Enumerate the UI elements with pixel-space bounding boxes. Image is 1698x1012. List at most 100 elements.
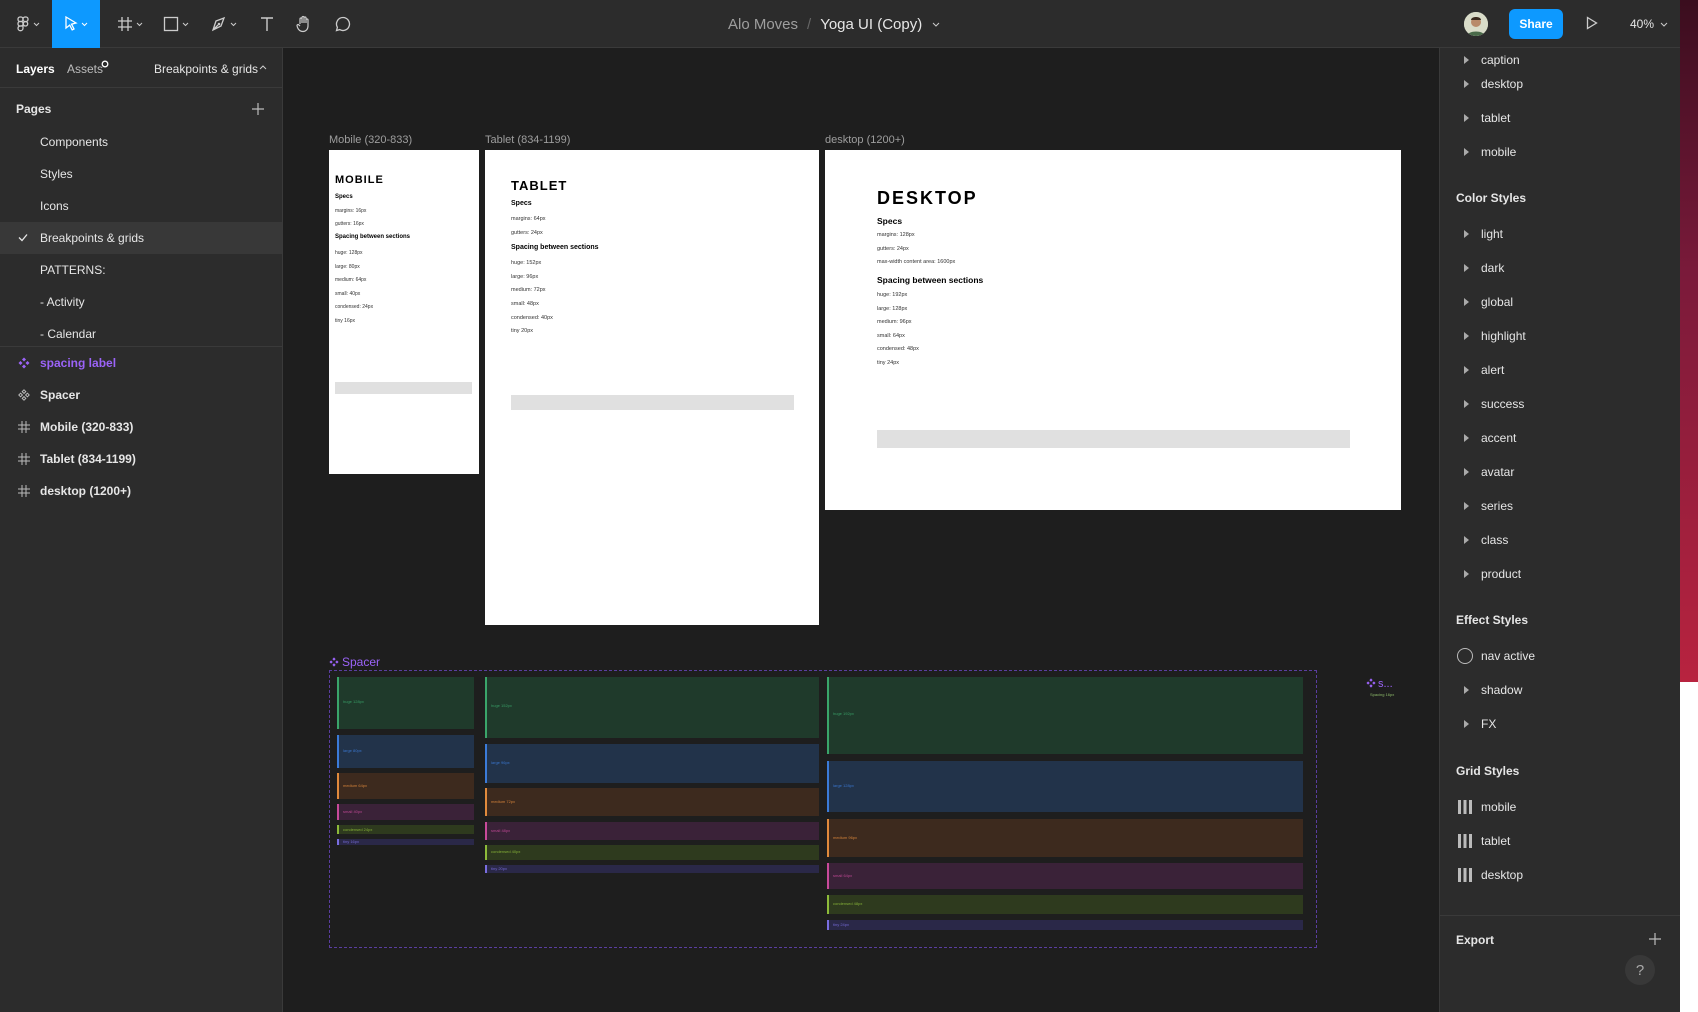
grid-style-item[interactable]: mobile — [1440, 793, 1680, 821]
color-style-item[interactable]: light — [1440, 220, 1680, 248]
spacer-component-label[interactable]: Spacer — [329, 655, 380, 669]
comment-tool-button[interactable] — [328, 0, 358, 48]
move-tool-button[interactable] — [52, 0, 100, 48]
caret-right-icon[interactable] — [1464, 230, 1469, 238]
frame-label-tablet[interactable]: Tablet (834-1199) — [485, 134, 570, 146]
placeholder-bar — [877, 430, 1350, 448]
spec-line: margins: 64px — [511, 216, 546, 222]
add-page-icon[interactable] — [252, 103, 264, 115]
spec-line: tiny 20px — [511, 328, 534, 334]
main-menu-button[interactable] — [8, 0, 48, 48]
effect-style-item[interactable]: nav active — [1440, 642, 1680, 670]
caret-right-icon[interactable] — [1464, 434, 1469, 442]
zoom-dropdown[interactable]: 40% — [1630, 0, 1668, 48]
file-name[interactable]: Yoga UI (Copy) — [820, 16, 922, 33]
add-export-icon[interactable] — [1649, 933, 1661, 945]
caret-right-icon[interactable] — [1464, 536, 1469, 544]
text-tool-button[interactable] — [252, 0, 282, 48]
color-style-item[interactable]: product — [1440, 560, 1680, 588]
placeholder-bar — [511, 395, 794, 410]
background-window-edge — [1680, 0, 1698, 682]
color-style-item[interactable]: accent — [1440, 424, 1680, 452]
caret-right-icon[interactable] — [1464, 400, 1469, 408]
caret-right-icon[interactable] — [1464, 80, 1469, 88]
frame-icon — [18, 421, 30, 433]
layer-spacer[interactable]: Spacer — [0, 379, 282, 411]
color-style-item[interactable]: success — [1440, 390, 1680, 418]
spacer-component[interactable]: huge 128px large 80px medium 64px small … — [329, 670, 1317, 948]
hand-tool-button[interactable] — [289, 0, 319, 48]
play-icon — [1586, 16, 1598, 30]
spacer-condensed: condensed 40px — [485, 845, 819, 860]
caret-right-icon[interactable] — [1464, 686, 1469, 694]
canvas[interactable]: Mobile (320-833) MOBILE Specs margins: 1… — [283, 48, 1439, 1012]
grid-columns-icon — [1458, 800, 1472, 814]
color-style-item[interactable]: highlight — [1440, 322, 1680, 350]
desktop-frame[interactable]: DESKTOP Specs margins: 128px gutters: 24… — [825, 150, 1401, 510]
tab-layers[interactable]: Layers — [16, 62, 55, 76]
caret-right-icon[interactable] — [1464, 720, 1469, 728]
color-style-item[interactable]: alert — [1440, 356, 1680, 384]
caret-right-icon[interactable] — [1464, 298, 1469, 306]
page-item-icons[interactable]: Icons — [0, 190, 282, 222]
frame-tool-button[interactable] — [110, 0, 150, 48]
effect-style-item[interactable]: shadow — [1440, 676, 1680, 704]
avatar[interactable] — [1464, 12, 1488, 36]
tab-assets[interactable]: Assets — [67, 62, 103, 76]
grid-style-item[interactable]: tablet — [1440, 827, 1680, 855]
pen-tool-button[interactable] — [204, 0, 244, 48]
frame-label-mobile[interactable]: Mobile (320-833) — [329, 134, 412, 146]
layer-spacing-label[interactable]: spacing label — [0, 347, 282, 379]
caret-right-icon[interactable] — [1464, 570, 1469, 578]
spec-line: gutters: 24px — [877, 246, 909, 252]
page-switcher[interactable]: Breakpoints & grids — [154, 62, 258, 76]
spacer-small: small 64px — [827, 863, 1303, 889]
layer-tablet-frame[interactable]: Tablet (834-1199) — [0, 443, 282, 475]
caret-right-icon[interactable] — [1464, 148, 1469, 156]
left-panel-tabs: Layers Assets Breakpoints & grids — [0, 48, 282, 88]
grid-style-item[interactable]: desktop — [1440, 861, 1680, 889]
color-style-item[interactable]: avatar — [1440, 458, 1680, 486]
project-name[interactable]: Alo Moves — [728, 16, 798, 33]
caret-right-icon[interactable] — [1464, 114, 1469, 122]
layer-mobile-frame[interactable]: Mobile (320-833) — [0, 411, 282, 443]
spec-line: large: 80px — [335, 264, 360, 270]
layer-label: Spacer — [40, 388, 81, 402]
page-item-styles[interactable]: Styles — [0, 158, 282, 190]
caret-right-icon[interactable] — [1464, 502, 1469, 510]
chevron-down-icon[interactable] — [932, 22, 940, 27]
notification-dot-icon — [101, 60, 109, 68]
mobile-frame[interactable]: MOBILE Specs margins: 16px gutters: 16px… — [329, 150, 479, 474]
color-style-item[interactable]: dark — [1440, 254, 1680, 282]
left-panel: Layers Assets Breakpoints & grids Pages … — [0, 48, 283, 1012]
file-title[interactable]: Alo Moves / Yoga UI (Copy) — [728, 0, 940, 48]
caret-right-icon[interactable] — [1464, 366, 1469, 374]
layer-desktop-frame[interactable]: desktop (1200+) — [0, 475, 282, 507]
frame-label-desktop[interactable]: desktop (1200+) — [825, 134, 905, 146]
caret-right-icon[interactable] — [1464, 56, 1469, 64]
spacer-large: large 96px — [485, 744, 819, 783]
page-item-activity[interactable]: - Activity — [0, 286, 282, 318]
page-item-breakpoints-grids[interactable]: Breakpoints & grids — [0, 222, 282, 254]
present-button[interactable] — [1586, 16, 1598, 35]
chevron-up-icon[interactable] — [259, 65, 267, 70]
tablet-frame[interactable]: TABLET Specs margins: 64px gutters: 24px… — [485, 150, 819, 625]
spacer-huge: huge 128px — [337, 677, 474, 729]
effect-style-item[interactable]: FX — [1440, 710, 1680, 738]
color-style-item[interactable]: series — [1440, 492, 1680, 520]
share-button[interactable]: Share — [1509, 9, 1563, 39]
color-style-item[interactable]: global — [1440, 288, 1680, 316]
help-button[interactable]: ? — [1625, 955, 1655, 985]
page-item-patterns[interactable]: PATTERNS: — [0, 254, 282, 286]
caret-right-icon[interactable] — [1464, 332, 1469, 340]
section-heading: Spacing between sections — [511, 244, 599, 251]
color-style-item[interactable]: class — [1440, 526, 1680, 554]
shape-tool-button[interactable] — [156, 0, 196, 48]
text-style-item[interactable]: mobile — [1440, 138, 1680, 166]
caret-right-icon[interactable] — [1464, 264, 1469, 272]
text-style-item[interactable]: tablet — [1440, 104, 1680, 132]
page-item-components[interactable]: Components — [0, 126, 282, 158]
text-style-item[interactable]: desktop — [1440, 70, 1680, 98]
spacing-label-component[interactable]: s... — [1366, 678, 1393, 690]
caret-right-icon[interactable] — [1464, 468, 1469, 476]
